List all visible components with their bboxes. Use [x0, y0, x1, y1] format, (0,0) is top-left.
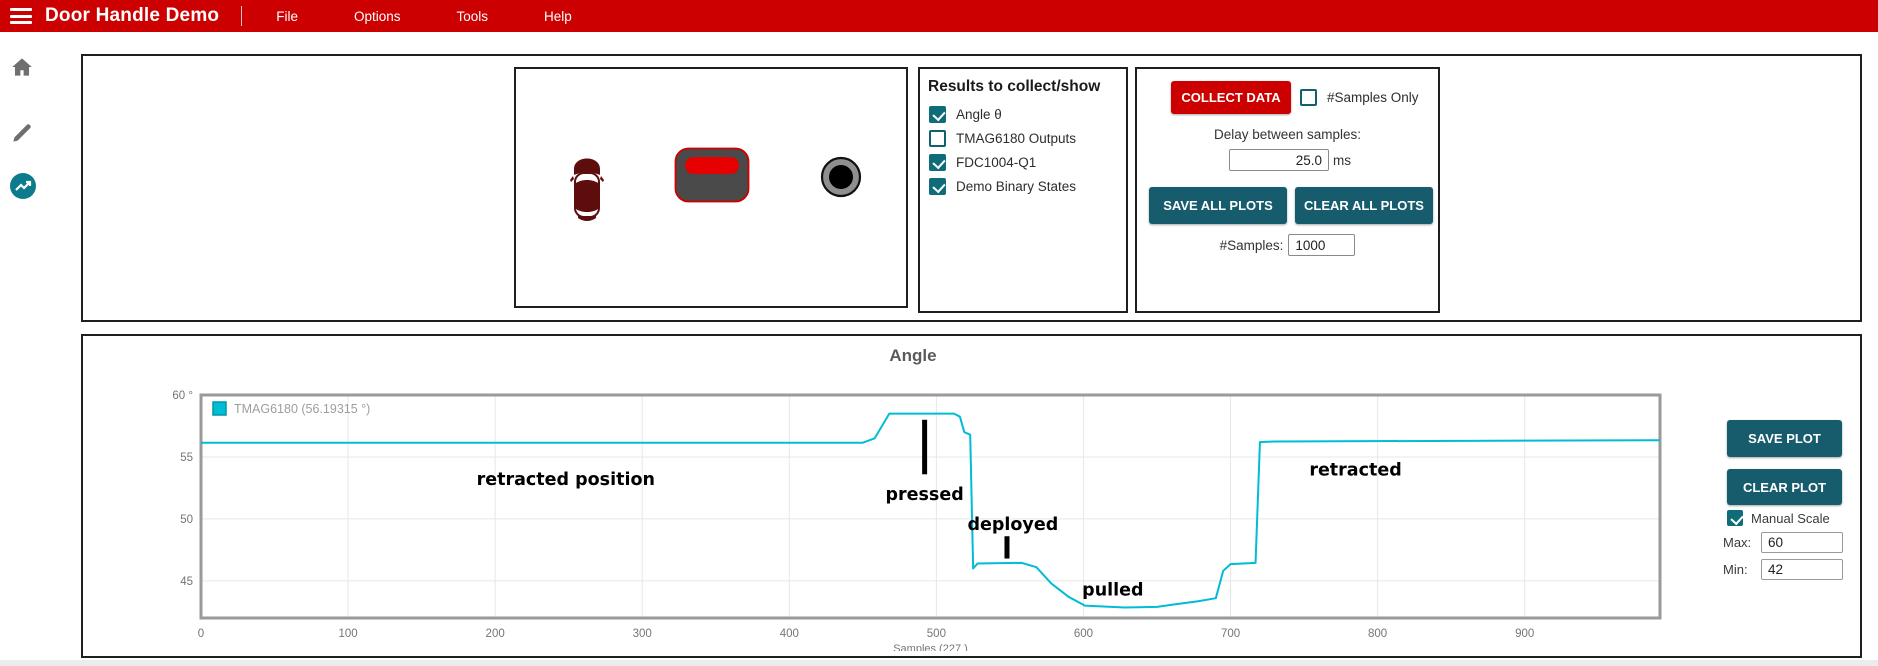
num-samples-row: #Samples:	[1137, 234, 1438, 256]
delay-label: Delay between samples:	[1137, 127, 1438, 142]
svg-text:pulled: pulled	[1082, 581, 1143, 601]
results-box: Results to collect/show Angle θ TMAG6180…	[918, 67, 1128, 313]
app-title: Door Handle Demo	[45, 5, 219, 27]
max-label: Max:	[1723, 535, 1761, 550]
svg-text:55: 55	[180, 452, 193, 464]
door-handle-icon	[674, 147, 750, 203]
menu-tools[interactable]: Tools	[429, 9, 517, 24]
min-label: Min:	[1723, 562, 1761, 577]
collect-data-button[interactable]: COLLECT DATA	[1171, 81, 1291, 114]
manual-scale-checkbox[interactable]	[1727, 510, 1743, 526]
push-button-icon	[820, 156, 862, 198]
svg-text:TMAG6180 (56.19315 °): TMAG6180 (56.19315 °)	[234, 402, 370, 416]
fdc1004-checkbox[interactable]	[929, 154, 946, 171]
delay-input[interactable]	[1229, 149, 1329, 171]
hamburger-menu-icon[interactable]	[10, 8, 32, 24]
num-samples-label: #Samples:	[1220, 238, 1284, 253]
delay-row: ms	[1229, 149, 1351, 171]
svg-text:100: 100	[338, 628, 357, 640]
delay-unit-label: ms	[1333, 153, 1351, 168]
svg-text:retracted: retracted	[1309, 460, 1401, 480]
svg-text:600: 600	[1074, 628, 1093, 640]
app-header: Door Handle Demo File Options Tools Help	[0, 0, 1878, 32]
menu-help[interactable]: Help	[516, 9, 600, 24]
car-top-view-icon	[564, 147, 610, 223]
menu-options[interactable]: Options	[326, 9, 429, 24]
clear-plot-button[interactable]: CLEAR PLOT	[1727, 469, 1842, 505]
manual-scale-row: Manual Scale	[1727, 510, 1830, 526]
max-input[interactable]	[1761, 532, 1843, 553]
sidebar	[0, 32, 43, 666]
svg-text:700: 700	[1221, 628, 1240, 640]
checkbox-label: Demo Binary States	[956, 179, 1076, 194]
svg-text:300: 300	[633, 628, 652, 640]
chart-title: Angle	[83, 346, 1743, 366]
clear-all-plots-button[interactable]: CLEAR ALL PLOTS	[1295, 187, 1433, 224]
menu-file[interactable]: File	[248, 9, 326, 24]
min-row: Min:	[1723, 559, 1843, 580]
svg-text:0: 0	[198, 628, 204, 640]
samples-only-label: #Samples Only	[1327, 90, 1419, 105]
samples-only-row: #Samples Only	[1300, 89, 1419, 106]
svg-text:pressed: pressed	[885, 485, 963, 505]
min-input[interactable]	[1761, 559, 1843, 580]
demo-visual-box	[514, 67, 908, 308]
checkbox-row-tmag-outputs: TMAG6180 Outputs	[929, 130, 1126, 147]
max-row: Max:	[1723, 532, 1843, 553]
svg-text:retracted position: retracted position	[477, 470, 655, 490]
svg-text:200: 200	[486, 628, 505, 640]
home-icon[interactable]	[9, 54, 35, 80]
samples-only-checkbox[interactable]	[1300, 89, 1317, 106]
angle-chart: 0 100 200 300 400 500 600 700 800 900 45 50 55 60 ° Sa…	[143, 381, 1723, 651]
header-divider	[241, 6, 242, 26]
svg-text:deployed: deployed	[967, 515, 1058, 535]
angle-checkbox[interactable]	[929, 106, 946, 123]
edit-pencil-icon[interactable]	[9, 120, 35, 146]
checkbox-label: Angle θ	[956, 107, 1002, 122]
checkbox-row-angle: Angle θ	[929, 106, 1126, 123]
manual-scale-label: Manual Scale	[1751, 511, 1830, 526]
tmag-outputs-checkbox[interactable]	[929, 130, 946, 147]
checkbox-row-fdc1004: FDC1004-Q1	[929, 154, 1126, 171]
svg-text:500: 500	[927, 628, 946, 640]
demo-status-panel: Results to collect/show Angle θ TMAG6180…	[81, 54, 1862, 322]
plots-trending-icon[interactable]	[9, 172, 35, 198]
checkbox-label: TMAG6180 Outputs	[956, 131, 1076, 146]
svg-text:400: 400	[780, 628, 799, 640]
svg-text:50: 50	[180, 514, 193, 526]
svg-text:800: 800	[1368, 628, 1387, 640]
collection-controls-box: COLLECT DATA #Samples Only Delay between…	[1135, 67, 1440, 313]
svg-text:45: 45	[180, 576, 193, 588]
bottom-strip	[0, 660, 1878, 666]
svg-text:900: 900	[1515, 628, 1534, 640]
svg-text:Samples (227 ): Samples (227 )	[893, 643, 968, 651]
num-samples-input[interactable]	[1288, 234, 1355, 256]
checkbox-row-demo-binary: Demo Binary States	[929, 178, 1126, 195]
angle-plot-panel: Angle 0 100 200 300 400 500 600 700 800 900 45 50 55…	[81, 334, 1862, 658]
results-title: Results to collect/show	[928, 78, 1126, 96]
save-plot-button[interactable]: SAVE PLOT	[1727, 420, 1842, 457]
save-all-plots-button[interactable]: SAVE ALL PLOTS	[1149, 187, 1287, 224]
demo-binary-checkbox[interactable]	[929, 178, 946, 195]
checkbox-label: FDC1004-Q1	[956, 155, 1036, 170]
svg-text:60 °: 60 °	[172, 390, 193, 402]
